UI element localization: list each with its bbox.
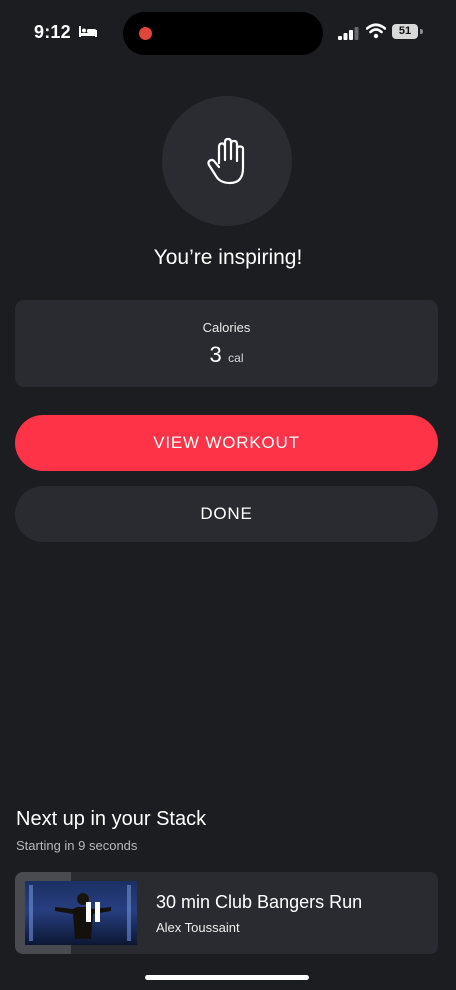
hand-wave-icon <box>207 137 245 185</box>
next-class-name: 30 min Club Bangers Run <box>156 892 363 912</box>
next-up-title: Next up in your Stack <box>16 808 207 830</box>
dynamic-island <box>123 12 323 55</box>
calories-value-row: 3 cal <box>15 342 438 368</box>
battery-cap <box>420 29 423 34</box>
calories-label: Calories <box>202 320 251 335</box>
class-thumbnail[interactable] <box>25 881 137 945</box>
status-bar: 9:12 51 <box>0 0 456 66</box>
battery-icon: 51 <box>392 24 418 39</box>
bed-icon <box>79 26 97 37</box>
calories-value: 3 <box>209 342 222 367</box>
wifi-icon <box>366 23 386 39</box>
status-time: 9:12 <box>34 22 71 42</box>
headline: You’re inspiring! <box>153 246 303 269</box>
next-class-instructor: Alex Toussaint <box>156 920 240 935</box>
pause-icon[interactable] <box>85 901 101 923</box>
hand-wave-badge <box>162 96 292 226</box>
recording-indicator <box>139 27 152 40</box>
stage-light <box>29 885 33 941</box>
home-indicator[interactable] <box>145 975 309 980</box>
instructor-figure <box>55 893 111 939</box>
next-class-card[interactable]: 30 min Club Bangers Run Alex Toussaint <box>15 872 438 954</box>
signal-icon <box>338 27 359 40</box>
view-workout-button[interactable]: VIEW WORKOUT <box>15 415 438 471</box>
calories-unit: cal <box>228 351 244 365</box>
stage-light <box>127 885 131 941</box>
next-up-countdown: Starting in 9 seconds <box>16 838 138 853</box>
calories-card: Calories 3 cal <box>15 300 438 387</box>
done-button[interactable]: DONE <box>15 486 438 542</box>
